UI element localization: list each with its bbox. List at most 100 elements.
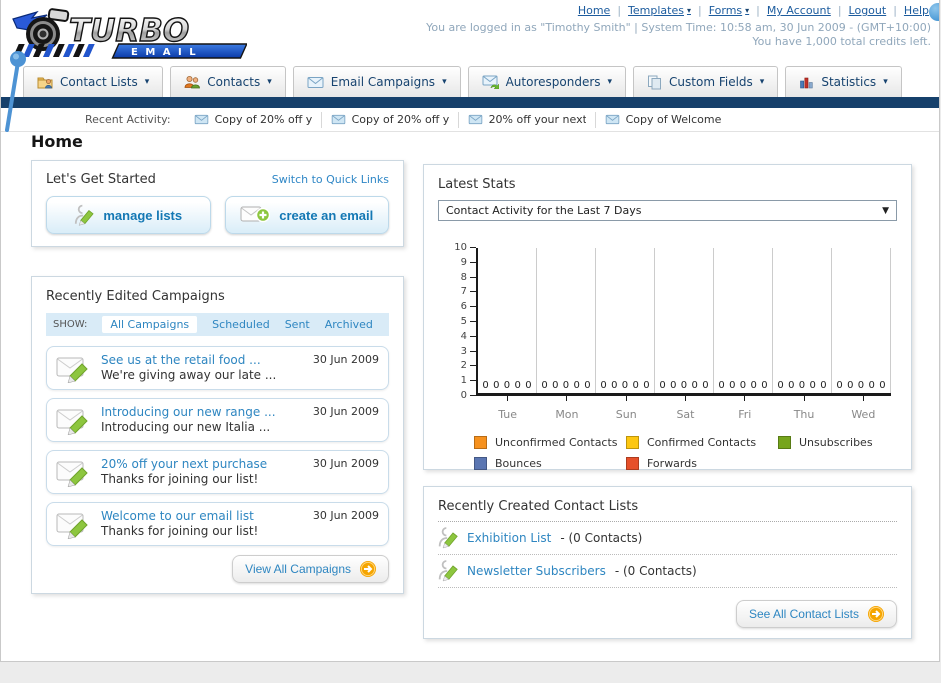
filter-archived[interactable]: Archived (325, 318, 373, 331)
recent-activity-text: 20% off your next p (488, 113, 586, 126)
campaign-item[interactable]: Welcome to our email list Thanks for joi… (46, 502, 389, 546)
legend-swatch (626, 436, 639, 449)
nav-link-help[interactable]: Help (904, 4, 929, 17)
orange-arrow-icon (868, 606, 884, 622)
recent-activity-item[interactable]: Copy of 20% off yc (322, 111, 459, 128)
chart-value-label: 0 (836, 380, 843, 391)
chevron-down-icon: ▾ (686, 6, 691, 15)
chart-value-label: 0 (739, 380, 747, 391)
nav-link-forms[interactable]: Forms ▾ (709, 4, 749, 17)
legend-label: Forwards (647, 457, 697, 470)
nav-link-my-account[interactable]: My Account (767, 4, 831, 17)
people-icon (184, 76, 201, 89)
top-nav: Home | Templates ▾ | Forms ▾ | My Account … (578, 4, 929, 17)
contact-list-item[interactable]: Newsletter Subscribers - (0 Contacts) (438, 555, 897, 588)
recent-activity-item[interactable]: 20% off your next p (459, 111, 596, 128)
stats-panel-title: Latest Stats (438, 177, 516, 192)
campaign-title-link[interactable]: Introducing our new range ... (101, 405, 276, 420)
tab-autoresponders[interactable]: Autoresponders ▾ (467, 66, 627, 97)
stats-select-value: Contact Activity for the Last 7 Days (446, 204, 642, 217)
recent-activity-item[interactable]: Copy of 20% off yc (185, 111, 322, 128)
campaign-title-link[interactable]: 20% off your next purchase (101, 457, 267, 472)
chart-value-label: 0 (750, 380, 757, 391)
campaign-title-link[interactable]: See us at the retail food ... (101, 353, 276, 368)
chart-value-label: 0 (788, 380, 795, 391)
chart-value-label: 0 (621, 380, 629, 391)
legend-item-forwards: Forwards (626, 457, 778, 470)
campaign-date: 30 Jun 2009 (312, 457, 379, 470)
turbo-email-logo[interactable]: TURBO EMAIL (7, 3, 248, 65)
app-window: TURBO EMAIL Home | Templates ▾ | Forms ▾ |… (0, 0, 940, 662)
tab-contact-lists[interactable]: Contact Lists ▾ (23, 66, 164, 97)
bar-chart-icon (800, 77, 813, 89)
chevron-down-icon: ▾ (144, 77, 150, 87)
switch-quick-links-link[interactable]: Switch to Quick Links (272, 173, 389, 186)
nav-link-label: Templates (628, 4, 684, 17)
tab-contacts[interactable]: Contacts ▾ (170, 66, 286, 97)
legend-item-bounces: Bounces (474, 457, 626, 470)
envelope-icon (331, 114, 345, 125)
chevron-down-icon: ▾ (883, 77, 888, 87)
chart-value-label: 0 (482, 380, 489, 391)
chart-value-label: 0 (820, 380, 827, 391)
tab-custom-fields[interactable]: Custom Fields ▾ (633, 66, 779, 97)
campaign-item[interactable]: 20% off your next purchase Thanks for jo… (46, 450, 389, 494)
tab-statistics[interactable]: Statistics ▾ (785, 66, 902, 97)
stats-metric-select[interactable]: Contact Activity for the Last 7 Days ▼ (438, 200, 897, 221)
brand-subtitle: EMAIL (131, 47, 203, 58)
separator: | (893, 4, 897, 17)
contact-list-count: - (0 Contacts) (614, 564, 697, 578)
recent-activity-item[interactable]: Copy of Welcome tc (596, 112, 732, 128)
chart-value-label: 0 (670, 380, 677, 391)
chart-value-label: 0 (503, 380, 511, 391)
campaign-title-link[interactable]: Welcome to our email list (101, 509, 258, 524)
legend-label: Bounces (495, 457, 542, 470)
select-arrow-icon: ▼ (882, 205, 889, 216)
chart-group-sat: 00000 (655, 248, 714, 393)
edit-campaign-icon (56, 357, 88, 383)
x-axis-label-sun: Sun (597, 396, 656, 422)
chart-value-label: 0 (562, 380, 570, 391)
corner-dot-decoration (929, 3, 939, 21)
logo-graphic: TURBO EMAIL (12, 8, 248, 59)
chart-group-fri: 00000 (714, 248, 773, 393)
nav-link-templates[interactable]: Templates ▾ (628, 4, 691, 17)
contact-list-link[interactable]: Newsletter Subscribers (467, 564, 606, 578)
create-email-button[interactable]: create an email (224, 196, 389, 234)
recent-activity-text: Copy of 20% off yc (214, 113, 312, 126)
contact-lists-panel: Recently Created Contact Lists Exhibitio… (423, 486, 912, 639)
see-all-contact-lists-button[interactable]: See All Contact Lists (735, 600, 897, 628)
filter-all-campaigns[interactable]: All Campaigns (102, 316, 198, 333)
chart-value-label: 0 (643, 380, 650, 391)
x-axis-label-fri: Fri (715, 396, 774, 422)
navy-divider-bar (1, 97, 939, 108)
separator: | (756, 4, 760, 17)
recent-activity-text: Copy of 20% off yc (351, 113, 449, 126)
chart-value-label: 0 (525, 380, 532, 391)
filter-scheduled[interactable]: Scheduled (212, 318, 270, 331)
page-title: Home (31, 132, 83, 151)
chart-value-label: 0 (573, 380, 580, 391)
view-all-campaigns-label: View All Campaigns (245, 562, 351, 576)
tab-email-campaigns[interactable]: Email Campaigns ▾ (292, 66, 461, 97)
campaign-item[interactable]: See us at the retail food ... We're givi… (46, 346, 389, 390)
contact-list-count: - (0 Contacts) (560, 531, 643, 545)
edit-campaign-icon (56, 513, 88, 539)
chart-plot: 00000000000000000000000000000000000 (476, 248, 891, 396)
legend-swatch (778, 436, 791, 449)
tab-label: Statistics (821, 75, 877, 89)
envelope-icon (468, 114, 482, 125)
filter-sent[interactable]: Sent (285, 318, 310, 331)
nav-link-home[interactable]: Home (578, 4, 610, 17)
nav-link-logout[interactable]: Logout (849, 4, 887, 17)
see-all-contact-lists-label: See All Contact Lists (748, 607, 859, 621)
envelope-icon (307, 76, 324, 88)
chart-value-label: 0 (493, 380, 500, 391)
view-all-campaigns-button[interactable]: View All Campaigns (232, 555, 389, 583)
legend-swatch (626, 457, 639, 470)
x-axis-label-thu: Thu (774, 396, 833, 422)
contact-list-item[interactable]: Exhibition List - (0 Contacts) (438, 522, 897, 555)
campaign-item[interactable]: Introducing our new range ... Introducin… (46, 398, 389, 442)
manage-lists-button[interactable]: manage lists (46, 196, 211, 234)
contact-list-link[interactable]: Exhibition List (467, 531, 551, 545)
